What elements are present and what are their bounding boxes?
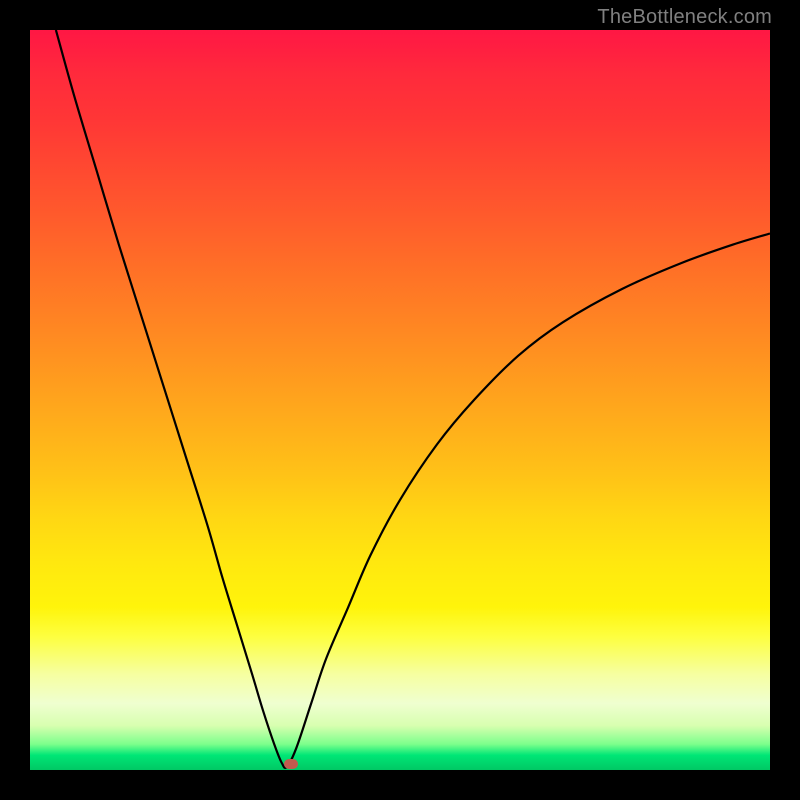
optimal-point-marker bbox=[284, 759, 298, 769]
chart-frame: TheBottleneck.com bbox=[0, 0, 800, 800]
curve-path bbox=[56, 30, 770, 768]
credit-label: TheBottleneck.com bbox=[597, 6, 772, 29]
bottleneck-curve bbox=[30, 30, 770, 770]
plot-area bbox=[30, 30, 770, 770]
